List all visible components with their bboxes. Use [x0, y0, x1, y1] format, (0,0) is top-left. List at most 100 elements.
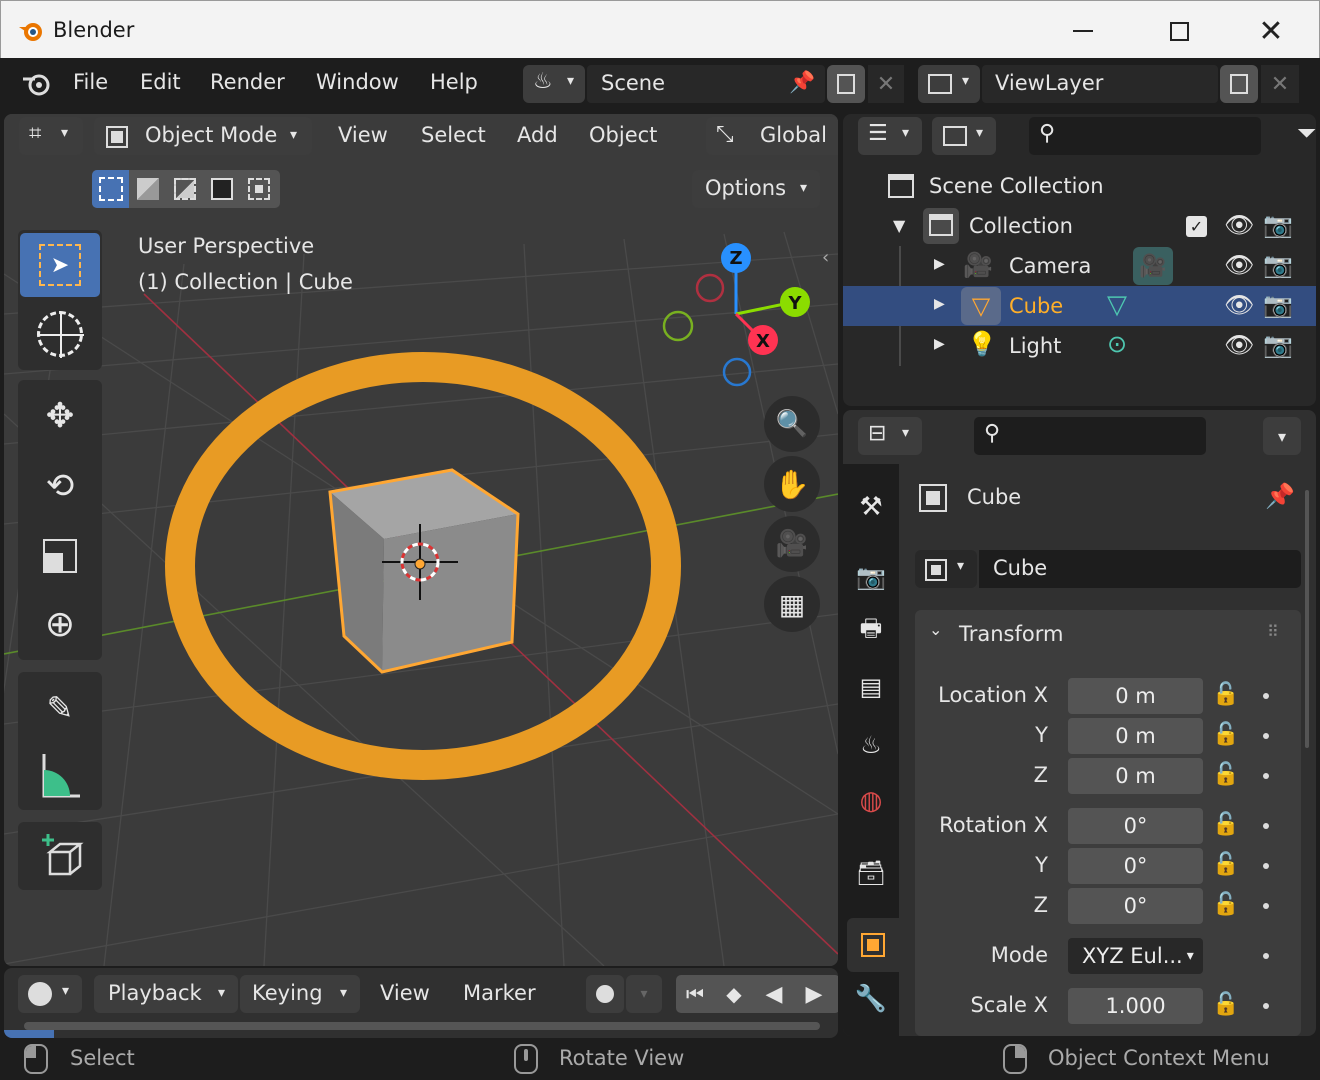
keyframe-dot-icon[interactable]: [1263, 733, 1269, 739]
sidebar-toggle-icon[interactable]: ‹: [822, 247, 829, 268]
collection-exclude-checkbox[interactable]: ✓: [1186, 216, 1207, 237]
filter-icon[interactable]: ⏷: [1297, 119, 1316, 147]
keyframe-dot-icon[interactable]: [1263, 1003, 1269, 1009]
keyframe-dot-icon[interactable]: [1263, 863, 1269, 869]
tool-tab-icon[interactable]: ⚒: [849, 482, 893, 532]
camera-render-icon[interactable]: 📷: [1263, 251, 1293, 279]
view-layer-selector[interactable]: ▾: [918, 65, 980, 103]
options-dropdown[interactable]: Options ▾: [692, 170, 820, 208]
keyframe-dot-icon[interactable]: [1263, 903, 1269, 909]
keyframe-dot-icon[interactable]: [1263, 693, 1269, 699]
collection-tab-icon[interactable]: 🗃: [849, 848, 893, 898]
eye-icon[interactable]: 👁: [1224, 211, 1254, 239]
outliner-item-cube[interactable]: ▶ ▽ Cube ▽ 👁 📷: [843, 286, 1316, 326]
new-view-layer-icon[interactable]: [1220, 65, 1258, 103]
world-tab-icon[interactable]: ◍: [849, 776, 893, 826]
keying-menu[interactable]: Keying ▾: [240, 975, 360, 1013]
transform-orientation-selector[interactable]: ⤡ Global: [706, 117, 838, 155]
keyframe-dot-icon[interactable]: [1263, 823, 1269, 829]
minimize-button[interactable]: [1063, 11, 1103, 51]
zoom-icon[interactable]: 🔍: [764, 396, 820, 452]
mesh-data-icon[interactable]: ▽: [1107, 290, 1127, 320]
select-extend-icon[interactable]: [129, 170, 166, 208]
select-intersect-icon[interactable]: [240, 170, 277, 208]
output-tab-icon[interactable]: 🖶: [849, 606, 893, 656]
object-tab-icon[interactable]: [847, 918, 899, 972]
menu-render[interactable]: Render: [210, 70, 285, 94]
scale-tool-icon[interactable]: [20, 524, 100, 588]
panel-collapse-icon[interactable]: ⌄: [929, 620, 942, 639]
scale-x-field[interactable]: 1.000: [1068, 988, 1203, 1024]
viewport-3d[interactable]: ⌗ ▾ Object Mode ▾ View Select Add Object…: [4, 114, 838, 966]
lock-icon[interactable]: 🔓: [1212, 992, 1239, 1017]
rotation-x-field[interactable]: 0°: [1068, 808, 1203, 844]
eye-icon[interactable]: 👁: [1224, 251, 1254, 279]
viewport-menu-add[interactable]: Add: [517, 123, 558, 147]
properties-search-input[interactable]: ⚲: [974, 417, 1206, 455]
pin-icon[interactable]: 📌: [1265, 482, 1295, 510]
properties-scrollbar[interactable]: [1305, 490, 1309, 748]
add-cube-tool-icon[interactable]: [20, 824, 100, 888]
select-box-tool-icon[interactable]: ➤: [20, 233, 100, 297]
properties-editor-type[interactable]: ⊟ ▾: [858, 417, 922, 455]
rotation-z-field[interactable]: 0°: [1068, 888, 1203, 924]
scene-tab-icon[interactable]: ♨: [849, 720, 893, 770]
move-tool-icon[interactable]: ✥: [20, 384, 100, 448]
outliner-item-camera[interactable]: ▶ 🎥 Camera 🎥 👁 📷: [843, 246, 1316, 366]
outliner-item-light[interactable]: ▶ 💡 Light ⊙ 👁 📷: [843, 326, 1316, 366]
modifier-tab-icon[interactable]: 🔧: [849, 974, 893, 1024]
viewport-menu-select[interactable]: Select: [421, 123, 486, 147]
eye-icon[interactable]: 👁: [1224, 291, 1254, 319]
select-subtract-icon[interactable]: [166, 170, 203, 208]
menu-window[interactable]: Window: [316, 70, 399, 94]
scene-selector[interactable]: ♨ ▾: [523, 65, 585, 103]
transform-tool-icon[interactable]: ⊕: [20, 592, 100, 656]
view-layer-name-field[interactable]: ViewLayer: [982, 65, 1218, 103]
location-x-field[interactable]: 0 m: [1068, 678, 1203, 714]
location-y-field[interactable]: 0 m: [1068, 718, 1203, 754]
object-datablock-selector[interactable]: ▾: [915, 550, 977, 588]
auto-keying-button[interactable]: [586, 975, 624, 1013]
outliner-search-input[interactable]: ⚲: [1029, 117, 1261, 155]
lock-icon[interactable]: 🔓: [1212, 682, 1239, 707]
camera-render-icon[interactable]: 📷: [1263, 211, 1293, 239]
rotation-y-field[interactable]: 0°: [1068, 848, 1203, 884]
view-layer-tab-icon[interactable]: ▤: [849, 662, 893, 712]
pin-icon[interactable]: 📌: [789, 70, 815, 95]
cursor-tool-icon[interactable]: [20, 302, 100, 366]
measure-tool-icon[interactable]: [20, 744, 100, 808]
select-invert-icon[interactable]: [203, 170, 240, 208]
delete-view-layer-icon[interactable]: ✕: [1261, 65, 1299, 103]
timeline-menu-marker[interactable]: Marker: [463, 981, 536, 1005]
expand-arrow-icon[interactable]: ▶: [934, 336, 945, 352]
play-reverse-icon[interactable]: ◀: [754, 975, 794, 1013]
jump-keyframe-icon[interactable]: ◆: [714, 975, 754, 1013]
rotate-tool-icon[interactable]: ⟲: [20, 454, 100, 518]
outliner-filter-view[interactable]: ▾: [932, 117, 996, 155]
lock-icon[interactable]: 🔓: [1212, 852, 1239, 877]
menu-file[interactable]: File: [73, 70, 108, 94]
lock-icon[interactable]: 🔓: [1212, 722, 1239, 747]
rotation-mode-dropdown[interactable]: XYZ Eul... ▾: [1068, 938, 1203, 974]
location-z-field[interactable]: 0 m: [1068, 758, 1203, 794]
lock-icon[interactable]: 🔓: [1212, 892, 1239, 917]
play-icon[interactable]: ▶: [794, 975, 834, 1013]
expand-arrow-icon[interactable]: ▶: [934, 256, 945, 272]
jump-start-icon[interactable]: ⏮: [676, 975, 714, 1013]
drag-handle-icon[interactable]: ⠿: [1267, 622, 1279, 641]
timeline-editor-type[interactable]: ▾: [18, 975, 82, 1013]
camera-data-icon[interactable]: 🎥: [1133, 247, 1173, 285]
expand-arrow-icon[interactable]: ▼: [893, 216, 905, 235]
transform-panel-title[interactable]: Transform: [959, 622, 1063, 646]
timeline-menu-view[interactable]: View: [380, 981, 430, 1005]
camera-view-icon[interactable]: 🎥: [764, 516, 820, 572]
perspective-grid-icon[interactable]: ▦: [764, 576, 820, 632]
mode-selector[interactable]: Object Mode ▾: [94, 117, 312, 155]
lock-icon[interactable]: 🔓: [1212, 762, 1239, 787]
menu-edit[interactable]: Edit: [140, 70, 181, 94]
playback-menu[interactable]: Playback ▾: [94, 975, 238, 1013]
camera-render-icon[interactable]: 📷: [1263, 291, 1293, 319]
navigation-gizmo[interactable]: Z Y X: [654, 242, 824, 392]
properties-options-dropdown[interactable]: ▾: [1263, 417, 1301, 455]
keying-options-dropdown[interactable]: ▾: [626, 975, 662, 1013]
